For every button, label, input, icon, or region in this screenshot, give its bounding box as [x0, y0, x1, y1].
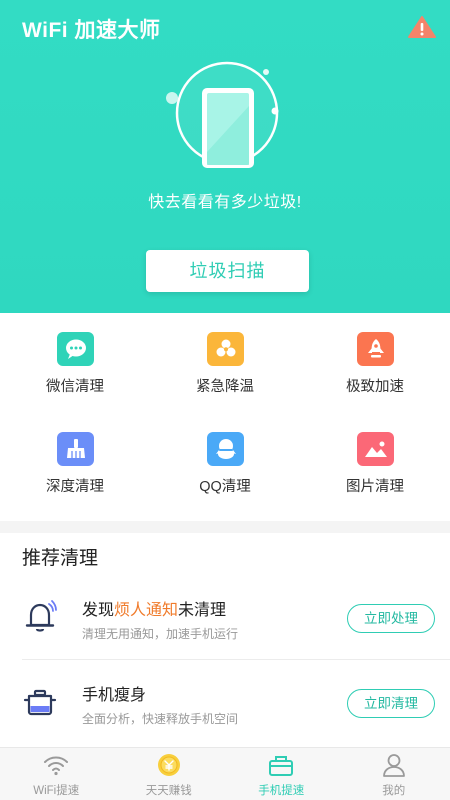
tool-qq-clean[interactable]: QQ清理 [150, 413, 300, 513]
phone-illustration-icon [166, 61, 279, 168]
user-icon [382, 754, 405, 777]
tool-label: 极致加速 [346, 379, 404, 395]
tab-label: 天天赚钱 [145, 785, 192, 797]
tab-label: 我的 [382, 785, 406, 797]
toolbox-icon [269, 756, 293, 776]
tab-wifi-speed[interactable]: WiFi提速 [0, 748, 113, 800]
tool-extreme-boost[interactable]: 极致加速 [300, 313, 450, 413]
tagline: 快去看看有多少垃圾! [148, 194, 302, 211]
item-subtitle: 全面分析，快速释放手机空间 [82, 712, 239, 726]
tab-phone-speed[interactable]: 手机提速 [225, 748, 338, 800]
bottom-tab-bar: WiFi提速 天天赚钱 手机提速 我的 [0, 747, 450, 800]
list-item[interactable]: 发现烦人通知未清理 清理无用通知，加速手机运行 立即处理 [0, 575, 450, 661]
qq-icon [207, 432, 244, 466]
tool-wechat-clean[interactable]: 微信清理 [0, 313, 150, 413]
header-banner: WiFi 加速大师 快去看看有多少垃圾! 垃圾扫描 [0, 0, 450, 313]
pot-icon [23, 689, 57, 716]
coin-icon [157, 754, 180, 776]
tool-image-clean[interactable]: 图片清理 [300, 413, 450, 513]
tool-label: 微信清理 [46, 379, 104, 395]
item-subtitle: 清理无用通知，加速手机运行 [82, 627, 239, 641]
handle-now-button[interactable]: 立即处理 [347, 604, 435, 633]
title-prefix: 发现 [82, 602, 115, 619]
item-title: 手机瘦身 [82, 681, 146, 705]
rocket-icon [357, 332, 394, 366]
tool-label: 图片清理 [346, 479, 404, 495]
tab-label: 手机提速 [258, 785, 305, 797]
tool-label: 深度清理 [46, 479, 104, 495]
wechat-icon [57, 332, 94, 366]
tool-deep-clean[interactable]: 深度清理 [0, 413, 150, 513]
app-title: WiFi 加速大师 [22, 19, 161, 42]
tool-label: QQ清理 [199, 479, 251, 495]
tool-label: 紧急降温 [196, 379, 254, 395]
fan-icon [207, 332, 244, 366]
tool-grid: 微信清理 紧急降温 极致加速 深度清理 QQ清理 图片清理 [0, 313, 450, 521]
junk-scan-button[interactable]: 垃圾扫描 [146, 250, 309, 292]
image-icon [357, 432, 394, 466]
wifi-icon [44, 756, 68, 776]
title-highlight: 烦人通知 [114, 602, 179, 619]
list-item[interactable]: 手机瘦身 全面分析，快速释放手机空间 立即清理 [0, 660, 450, 746]
warning-icon[interactable] [408, 16, 436, 38]
tab-label: WiFi提速 [33, 785, 80, 797]
tab-daily-earn[interactable]: 天天赚钱 [113, 748, 226, 800]
title-prefix: 手机瘦身 [82, 687, 147, 704]
title-suffix: 未清理 [178, 602, 227, 619]
tool-emergency-cooling[interactable]: 紧急降温 [150, 313, 300, 413]
bell-icon [25, 600, 57, 632]
broom-icon [57, 432, 94, 466]
tab-mine[interactable]: 我的 [338, 748, 450, 800]
section-title: 推荐清理 [22, 548, 99, 569]
item-title: 发现烦人通知未清理 [82, 596, 226, 620]
recommend-section: 推荐清理 发现烦人通知未清理 清理无用通知，加速手机运行 立即处理 手机瘦身 全… [0, 533, 450, 747]
clean-now-button[interactable]: 立即清理 [347, 689, 435, 718]
